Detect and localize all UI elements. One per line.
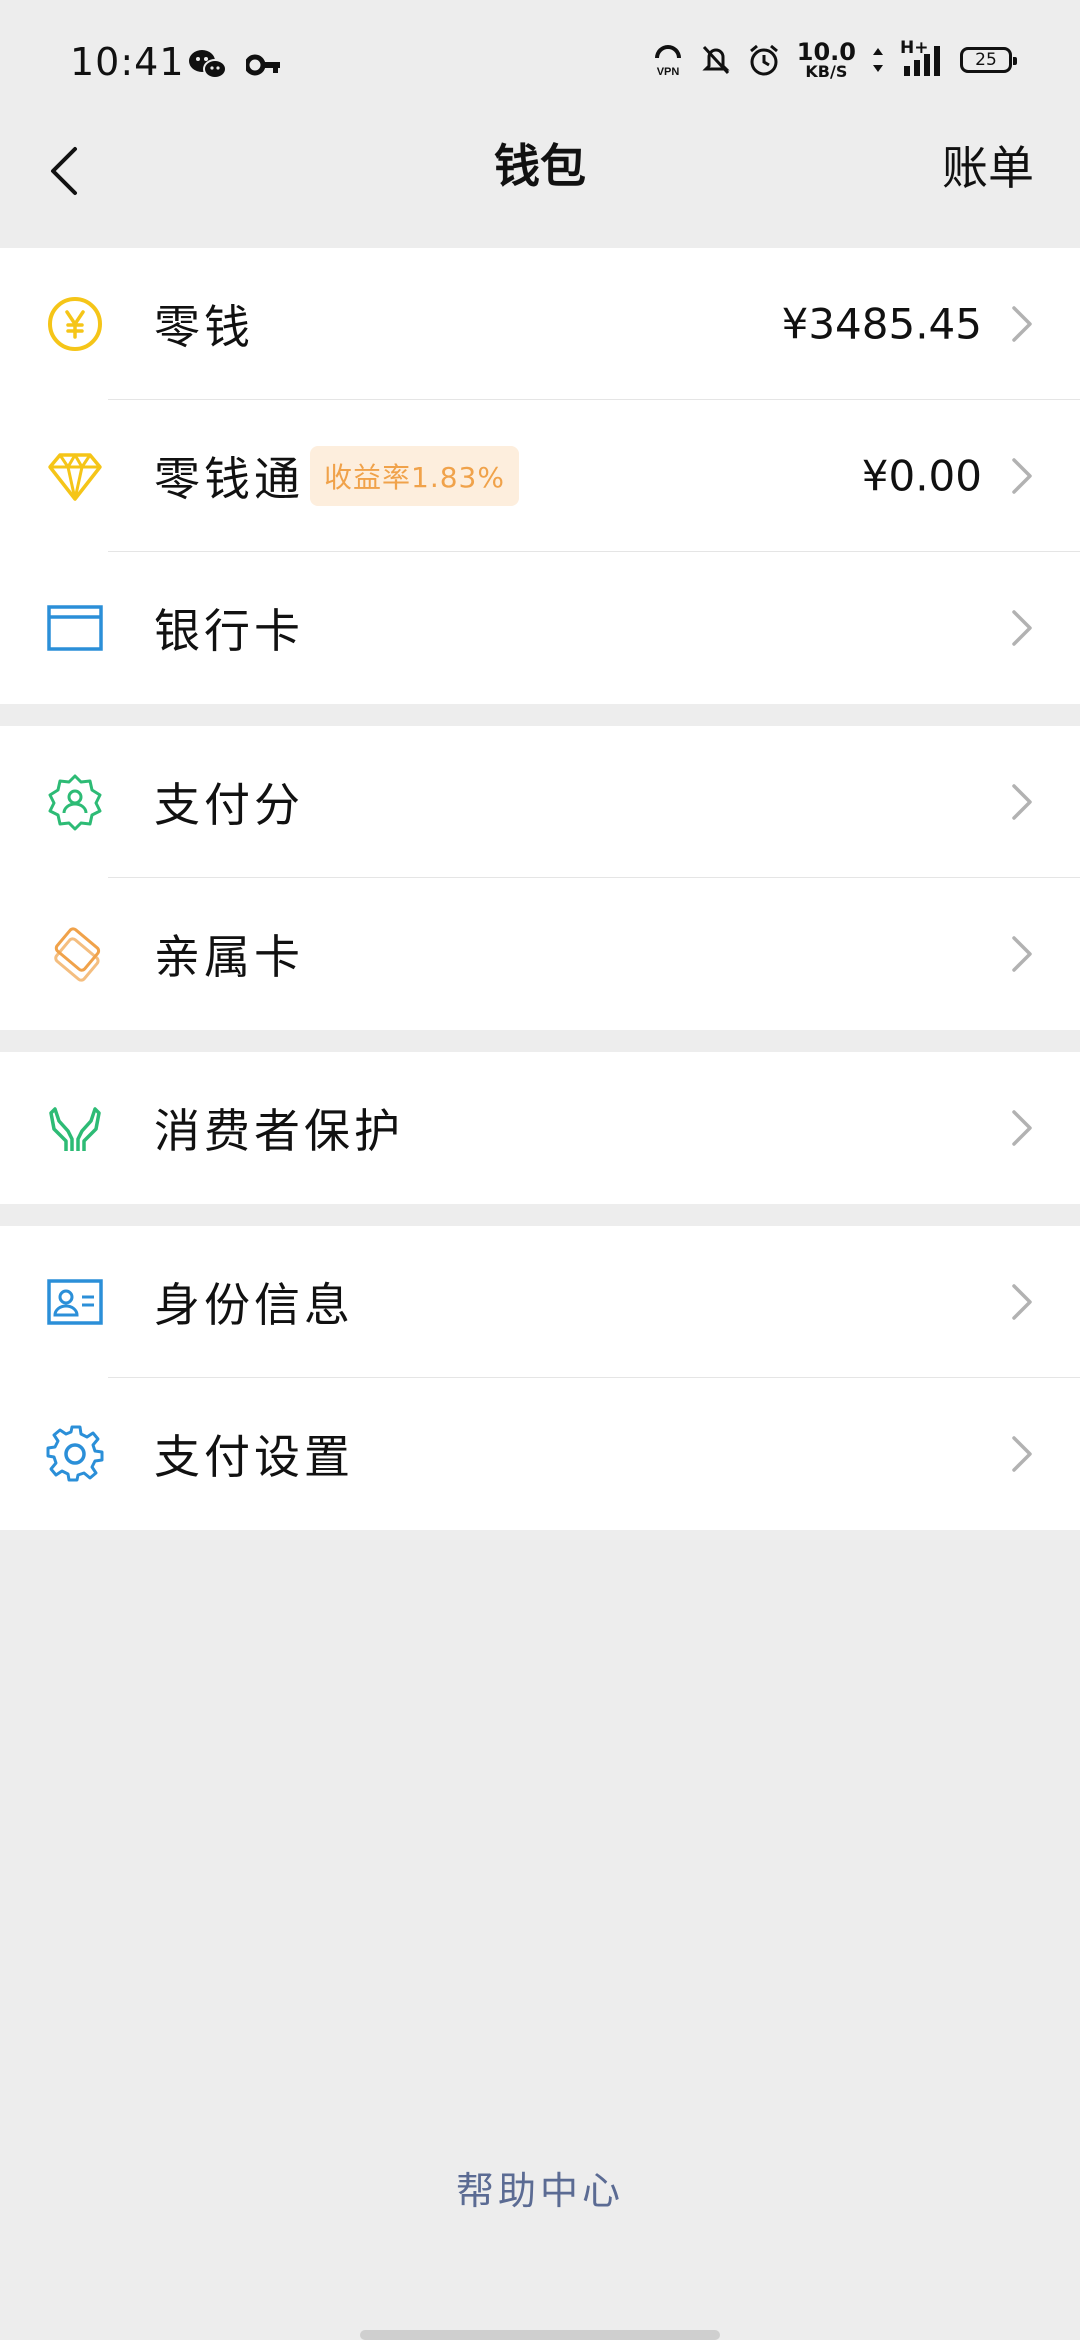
lingqiantong-balance: ¥0.00 xyxy=(861,451,982,501)
nav-bar: 钱包 账单 xyxy=(0,110,1080,250)
wechat-icon xyxy=(189,50,227,79)
list-item-identity-info[interactable]: 身份信息 xyxy=(0,1226,1080,1378)
list-item-label: 零钱通 xyxy=(154,452,304,506)
list-item-bank-card[interactable]: 银行卡 xyxy=(0,552,1080,704)
help-center-link[interactable]: 帮助中心 xyxy=(0,2160,1080,2215)
wallet-balance-group: 零钱 ¥3485.45 零钱通 收益率1.83% ¥0.00 银行卡 xyxy=(0,248,1080,704)
credit-group: 支付分 亲属卡 xyxy=(0,726,1080,1030)
page-title: 钱包 xyxy=(494,139,586,193)
yield-rate-badge: 收益率1.83% xyxy=(310,446,519,506)
list-item-label: 支付分 xyxy=(154,778,304,832)
bank-card-icon xyxy=(46,599,104,657)
list-item-label: 银行卡 xyxy=(154,604,304,658)
home-indicator[interactable] xyxy=(360,2330,720,2340)
diamond-icon xyxy=(46,447,104,505)
chevron-right-icon xyxy=(1012,936,1032,972)
chevron-right-icon xyxy=(1012,1110,1032,1146)
chevron-right-icon xyxy=(1012,784,1032,820)
protection-group: 消费者保护 xyxy=(0,1052,1080,1204)
chevron-right-icon xyxy=(1012,306,1032,342)
key-icon xyxy=(246,54,280,76)
network-speed: 10.0 KB/S xyxy=(797,40,856,80)
chevron-right-icon xyxy=(1012,1284,1032,1320)
status-system-icons: VPN 10.0 KB/S H+ 25 xyxy=(651,38,1017,80)
list-item-change[interactable]: 零钱 ¥3485.45 xyxy=(0,248,1080,400)
list-item-label: 身份信息 xyxy=(154,1278,354,1332)
chevron-right-icon xyxy=(1012,610,1032,646)
list-item-lingqiantong[interactable]: 零钱通 收益率1.83% ¥0.00 xyxy=(0,400,1080,552)
chevron-right-icon xyxy=(1012,458,1032,494)
mute-bell-icon xyxy=(702,45,730,75)
list-item-label: 支付设置 xyxy=(154,1430,354,1484)
list-item-label: 消费者保护 xyxy=(154,1104,404,1158)
signal-strength: H+ xyxy=(900,38,944,78)
list-item-family-card[interactable]: 亲属卡 xyxy=(0,878,1080,1030)
list-item-pay-settings[interactable]: 支付设置 xyxy=(0,1378,1080,1530)
list-item-label: 亲属卡 xyxy=(154,930,304,984)
bill-button[interactable]: 账单 xyxy=(942,132,1034,198)
data-arrows-icon xyxy=(873,48,883,72)
vpn-icon: VPN xyxy=(654,45,681,78)
chevron-right-icon xyxy=(1012,1436,1032,1472)
list-item-label: 零钱 xyxy=(154,300,254,354)
status-time: 10:41 xyxy=(70,40,185,84)
network-speed-value: 10.0 xyxy=(796,38,856,66)
svg-text:VPN: VPN xyxy=(656,66,679,78)
id-card-icon xyxy=(46,1273,104,1331)
battery-indicator: 25 xyxy=(960,47,1017,73)
network-speed-unit: KB/S xyxy=(805,62,848,81)
protect-hands-icon xyxy=(46,1099,104,1157)
status-notification-icons xyxy=(188,48,282,82)
change-balance: ¥3485.45 xyxy=(781,299,982,349)
list-item-pay-score[interactable]: 支付分 xyxy=(0,726,1080,878)
badge-user-icon xyxy=(46,773,104,831)
family-card-icon xyxy=(46,925,104,983)
gear-icon xyxy=(46,1425,104,1483)
settings-group: 身份信息 支付设置 xyxy=(0,1226,1080,1530)
list-item-consumer-protection[interactable]: 消费者保护 xyxy=(0,1052,1080,1204)
alarm-icon xyxy=(749,44,778,76)
yuan-coin-icon xyxy=(46,295,104,353)
signal-bars-icon xyxy=(904,46,940,76)
battery-level: 25 xyxy=(975,50,997,70)
